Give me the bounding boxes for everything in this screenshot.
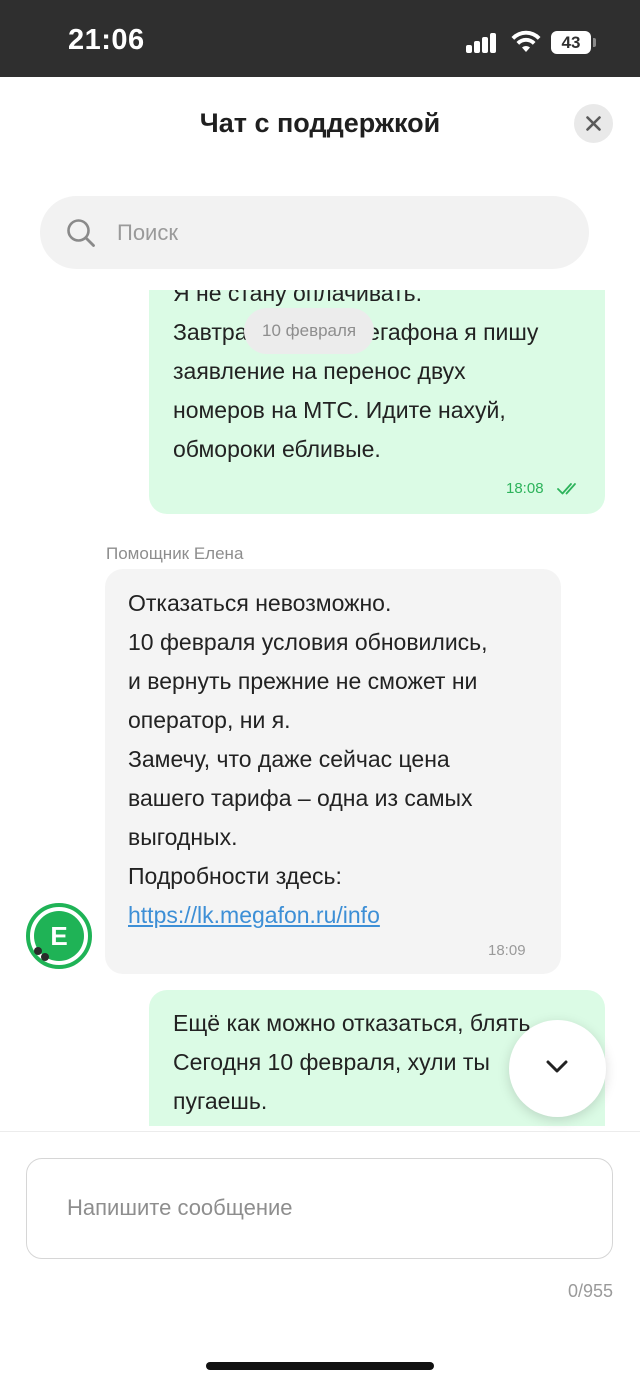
close-button[interactable] [574,104,613,143]
scroll-to-bottom-button[interactable] [509,1020,606,1117]
message-time: 18:08 [506,480,544,497]
message-line: оператор, ни я. [128,707,291,733]
sender-name: Помощник Елена [106,544,244,563]
status-bar: 21:06 43 [0,0,640,77]
search-bar[interactable] [40,196,589,269]
message-line: Замечу, что даже сейчас цена [128,746,450,772]
status-time: 21:06 [68,24,145,56]
message-link[interactable]: https://lk.megafon.ru/info [128,896,488,935]
message-line: и вернуть прежние не сможет ни [128,668,478,694]
message-line: Ещё как можно отказаться, блять [173,1010,531,1036]
message-time: 18:09 [488,942,526,959]
message-line: вашего тарифа – одна из самых [128,785,473,811]
message-line: обмороки ебливые. [173,436,381,462]
message-line: 10 февраля условия обновились, [128,629,488,655]
message-line: Отказаться невозможно. [128,590,392,616]
home-indicator [206,1362,434,1370]
message-input[interactable] [67,1159,587,1257]
cellular-signal-icon [466,33,498,53]
message-line: Сегодня 10 февраля, хули ты [173,1049,490,1075]
date-separator: 10 февраля [244,308,375,354]
battery-tip [593,38,596,47]
divider [0,1131,640,1132]
chat-messages[interactable]: Я не стану оплачивать. Завтра в офисе Ме… [0,290,640,1126]
avatar-dot [41,953,49,961]
message-line: выгодных. [128,824,238,850]
page-title: Чат с поддержкой [199,108,441,138]
chevron-down-icon [546,1060,568,1073]
character-counter: 0/955 [567,1281,613,1301]
battery-icon: 43 [551,31,591,54]
message-line: пугаешь. [173,1088,268,1114]
wifi-icon [511,30,541,52]
message-line: Подробности здесь: [128,863,342,889]
double-check-icon [557,483,576,495]
message-line: номеров на МТС. Идите нахуй, [173,397,506,423]
message-line: заявление на перенос двух [173,358,466,384]
message-bubble-incoming[interactable]: Отказаться невозможно. 10 февраля услови… [105,569,561,974]
message-composer[interactable] [26,1158,613,1259]
close-icon [586,116,601,131]
message-bubble-outgoing[interactable]: Я не стану оплачивать. Завтра в офисе Ме… [149,290,605,514]
avatar: E [26,903,92,969]
search-icon [67,219,95,247]
search-input[interactable] [117,196,557,269]
